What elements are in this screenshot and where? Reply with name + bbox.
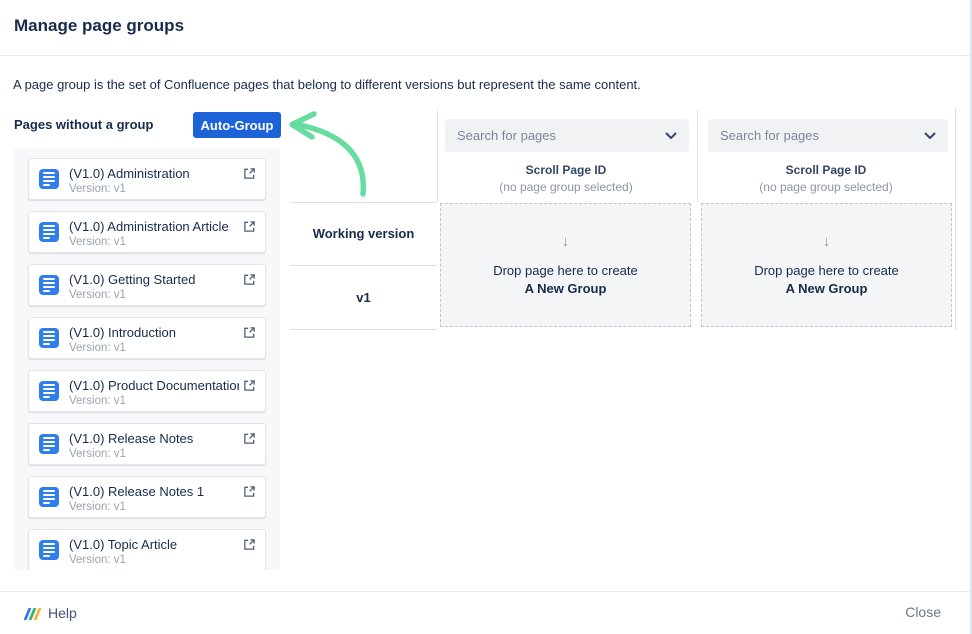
group-subtitle: (no page group selected) [437, 180, 695, 194]
search-placeholder: Search for pages [720, 128, 819, 143]
page-icon [39, 275, 59, 295]
external-link-icon[interactable] [243, 379, 256, 392]
external-link-icon[interactable] [243, 167, 256, 180]
page-card-version: Version: v1 [69, 183, 126, 195]
drop-zone-new-group[interactable]: ↓ Drop page here to create A New Group [440, 203, 691, 327]
page-card-title: (V1.0) Release Notes [69, 431, 239, 446]
drop-arrow-icon: ↓ [823, 234, 831, 249]
page-card[interactable]: (V1.0) Product Documentation Version: v1 [28, 370, 266, 412]
external-link-icon[interactable] [243, 485, 256, 498]
help-label: Help [48, 605, 77, 621]
group-column-header: Scroll Page ID (no page group selected) [437, 163, 695, 194]
page-title: Manage page groups [14, 16, 184, 36]
search-placeholder: Search for pages [457, 128, 556, 143]
page-card-version: Version: v1 [69, 448, 126, 460]
drop-zone-text: Drop page here to create [493, 263, 638, 278]
drop-zone-new-group[interactable]: ↓ Drop page here to create A New Group [701, 203, 952, 327]
external-link-icon[interactable] [243, 220, 256, 233]
page-card[interactable]: (V1.0) Administration Article Version: v… [28, 211, 266, 253]
footer-divider [0, 591, 970, 592]
arrow-annotation-icon [278, 106, 378, 201]
header-divider [0, 55, 970, 56]
close-button[interactable]: Close [905, 604, 941, 620]
page-icon [39, 222, 59, 242]
app-logo-icon [26, 606, 39, 620]
chevron-down-icon [924, 132, 936, 140]
page-card-version: Version: v1 [69, 289, 126, 301]
grid-row-divider [290, 329, 437, 330]
page-card-version: Version: v1 [69, 395, 126, 407]
external-link-icon[interactable] [243, 326, 256, 339]
page-card-title: (V1.0) Getting Started [69, 272, 239, 287]
group-subtitle: (no page group selected) [697, 180, 955, 194]
page-card-title: (V1.0) Product Documentation [69, 378, 239, 393]
page-icon [39, 540, 59, 560]
page-icon [39, 328, 59, 348]
page-icon [39, 381, 59, 401]
page-card-version: Version: v1 [69, 554, 126, 566]
page-card-title: (V1.0) Introduction [69, 325, 239, 340]
chevron-down-icon [665, 132, 677, 140]
page-icon [39, 487, 59, 507]
page-card[interactable]: (V1.0) Introduction Version: v1 [28, 317, 266, 359]
row-label-v1: v1 [290, 265, 437, 329]
page-card[interactable]: (V1.0) Release Notes 1 Version: v1 [28, 476, 266, 518]
drop-zone-text-bold: A New Group [525, 281, 607, 296]
page-card-title: (V1.0) Topic Article [69, 537, 239, 552]
pages-without-group-heading: Pages without a group [14, 117, 153, 132]
grid-right-border [955, 108, 956, 330]
page-card-title: (V1.0) Administration [69, 166, 239, 181]
page-card-version: Version: v1 [69, 501, 126, 513]
search-pages-select[interactable]: Search for pages [708, 119, 948, 152]
group-column-header: Scroll Page ID (no page group selected) [697, 163, 955, 194]
external-link-icon[interactable] [243, 432, 256, 445]
auto-group-button[interactable]: Auto-Group [193, 112, 281, 138]
group-title: Scroll Page ID [437, 163, 695, 177]
page-icon [39, 169, 59, 189]
page-card-version: Version: v1 [69, 236, 126, 248]
drop-arrow-icon: ↓ [562, 234, 570, 249]
drop-zone-text: Drop page here to create [754, 263, 899, 278]
page-card-title: (V1.0) Administration Article [69, 219, 239, 234]
search-pages-select[interactable]: Search for pages [445, 119, 689, 152]
page-card[interactable]: (V1.0) Release Notes Version: v1 [28, 423, 266, 465]
external-link-icon[interactable] [243, 538, 256, 551]
pages-without-group-list: (V1.0) Administration Version: v1 (V1.0)… [14, 148, 280, 570]
page-icon [39, 434, 59, 454]
manage-page-groups-dialog: Manage page groups A page group is the s… [0, 0, 972, 634]
group-title: Scroll Page ID [697, 163, 955, 177]
help-button[interactable]: Help [26, 603, 77, 623]
page-card-version: Version: v1 [69, 342, 126, 354]
drop-zone-text-bold: A New Group [786, 281, 868, 296]
description-text: A page group is the set of Confluence pa… [13, 77, 953, 92]
external-link-icon[interactable] [243, 273, 256, 286]
page-card[interactable]: (V1.0) Topic Article Version: v1 [28, 529, 266, 570]
row-label-working-version: Working version [290, 202, 437, 265]
page-card[interactable]: (V1.0) Getting Started Version: v1 [28, 264, 266, 306]
page-card-title: (V1.0) Release Notes 1 [69, 484, 239, 499]
page-card[interactable]: (V1.0) Administration Version: v1 [28, 158, 266, 200]
